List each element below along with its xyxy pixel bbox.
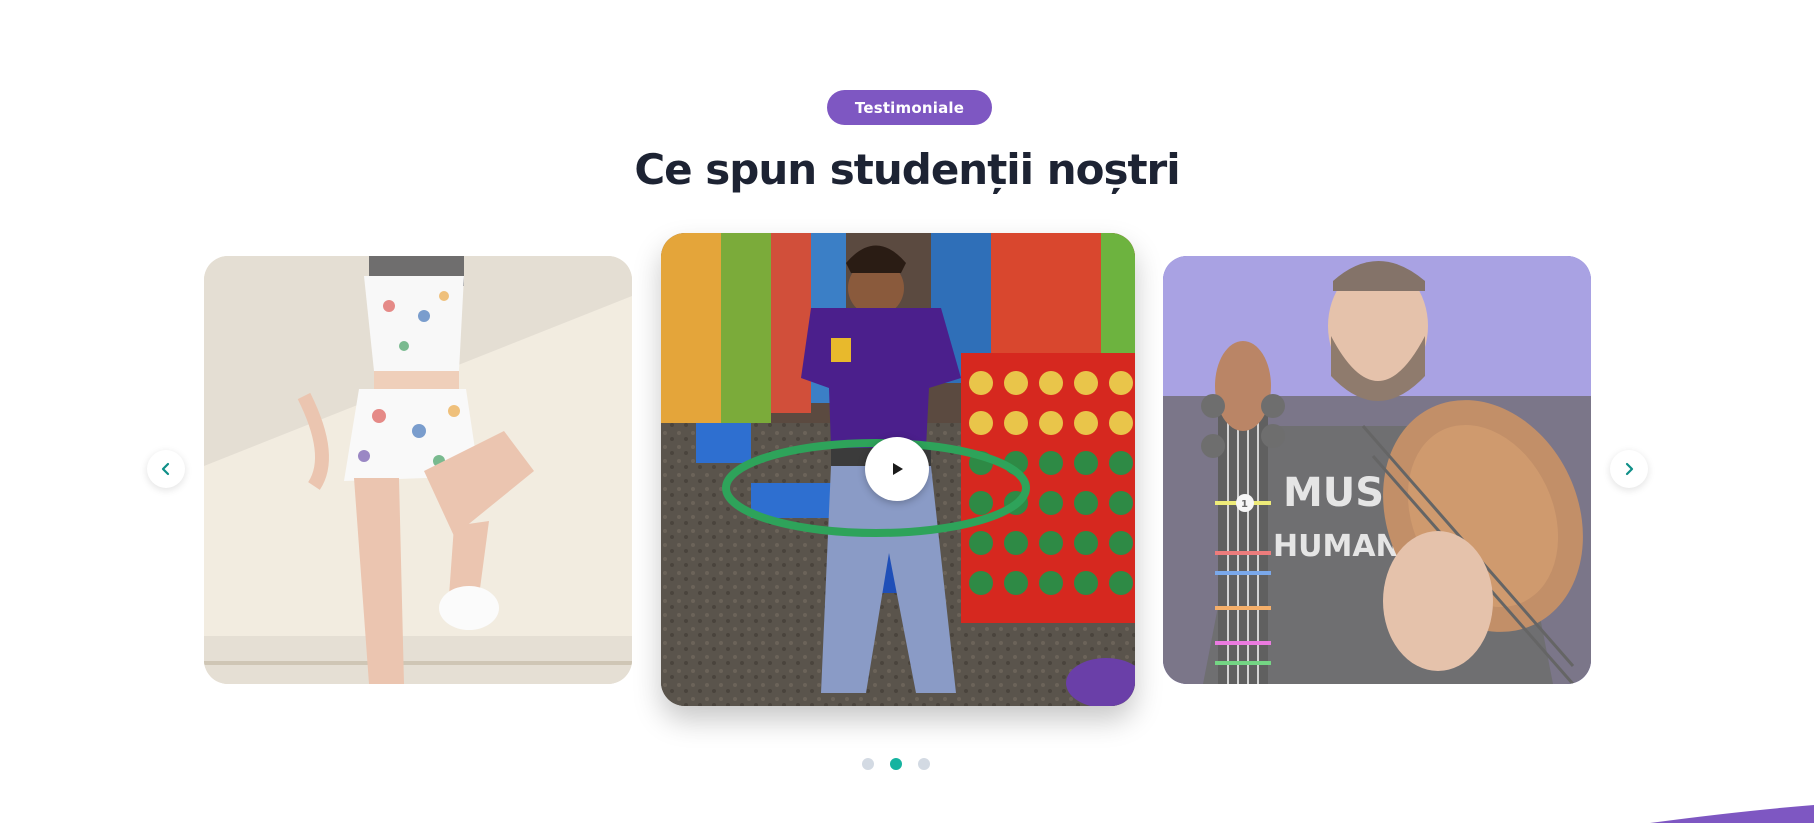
carousel-prev-button[interactable] <box>147 450 185 488</box>
play-icon <box>893 463 903 475</box>
decorative-wave-shape <box>1650 805 1814 823</box>
carousel-dot-1[interactable] <box>862 758 874 770</box>
carousel-pagination <box>862 758 930 770</box>
carousel-dot-2-active[interactable] <box>890 758 902 770</box>
testimonial-card-violinist[interactable]: MUSIC HUMANS 1 <box>1163 256 1591 684</box>
testimonial-card-dancer[interactable] <box>204 256 632 684</box>
testimonials-badge: Testimoniale <box>827 90 992 125</box>
section-title: Ce spun studenții noștri <box>634 145 1180 194</box>
chevron-right-icon <box>1625 462 1634 476</box>
carousel-next-button[interactable] <box>1610 450 1648 488</box>
play-video-button[interactable] <box>865 437 929 501</box>
chevron-left-icon <box>161 462 170 476</box>
carousel-dot-3[interactable] <box>918 758 930 770</box>
